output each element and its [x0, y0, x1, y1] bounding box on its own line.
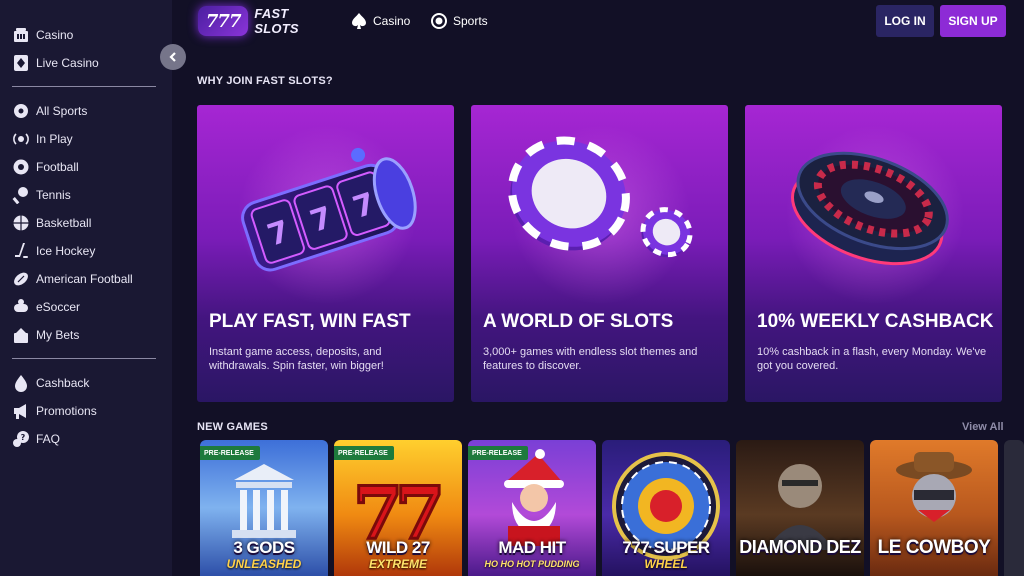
- sidebar-item-label: Ice Hockey: [36, 244, 96, 258]
- basketball-icon: [13, 215, 29, 231]
- sidebar-item-american-football[interactable]: American Football: [12, 268, 133, 290]
- feature-card: 10% WEEKLY CASHBACK 10% cashback in a fl…: [745, 105, 1002, 402]
- sidebar-item-label: All Sports: [36, 104, 88, 118]
- sidebar-item-faq[interactable]: ? FAQ: [12, 428, 60, 450]
- sidebar-item-label: Live Casino: [36, 56, 99, 70]
- game-title: MAD HIT: [498, 538, 566, 557]
- football-icon: [13, 159, 29, 175]
- game-title: 3 GODS: [233, 538, 295, 557]
- sidebar-item-esoccer[interactable]: eSoccer: [12, 296, 80, 318]
- sidebar-divider: [12, 358, 156, 359]
- sidebar-item-basketball[interactable]: Basketball: [12, 212, 91, 234]
- new-games-title: NEW GAMES: [197, 421, 268, 433]
- feature-title: 10% WEEKLY CASHBACK: [757, 311, 994, 332]
- sidebar-item-cashback[interactable]: Cashback: [12, 372, 89, 394]
- feature-card: A WORLD OF SLOTS 3,000+ games with endle…: [471, 105, 728, 402]
- sidebar-item-label: FAQ: [36, 432, 61, 446]
- feature-title: PLAY FAST, WIN FAST: [209, 311, 411, 332]
- feature-text: 3,000+ games with endless slot themes an…: [483, 346, 698, 372]
- cashback-icon: [15, 375, 27, 392]
- game-tile[interactable]: PRE-RELEASE 3 GODS UNLEASHED: [200, 440, 328, 576]
- ice-hockey-icon: [15, 243, 28, 258]
- nav-sports-label: Sports: [453, 14, 488, 28]
- promotions-icon: [14, 404, 26, 419]
- sidebar-item-football[interactable]: Football: [12, 156, 79, 178]
- sidebar-item-label: Football: [36, 160, 79, 174]
- esoccer-icon: [14, 299, 28, 312]
- pre-release-badge: PRE-RELEASE: [334, 446, 394, 460]
- roulette-wheel-icon: [790, 151, 949, 266]
- site-logo[interactable]: 777 FAST SLOTS: [198, 4, 334, 38]
- sidebar-item-label: Tennis: [36, 188, 71, 202]
- game-tile[interactable]: LE COWBOY: [870, 440, 998, 576]
- in-play-icon: [13, 133, 29, 145]
- game-title: 777 SUPER: [622, 538, 710, 557]
- game-title: DIAMOND DEZ: [739, 537, 861, 557]
- why-join-title: WHY JOIN FAST SLOTS?: [197, 75, 333, 87]
- game-subtitle: EXTREME: [368, 557, 427, 571]
- casino-icon: [14, 28, 28, 42]
- game-title: LE COWBOY: [877, 537, 991, 558]
- nav-casino-label: Casino: [373, 14, 411, 28]
- feature-card: 7 7 7 PLAY FAST, WIN FAST Instant game a…: [197, 105, 454, 402]
- sidebar-item-label: Basketball: [36, 216, 92, 230]
- sidebar-item-label: Cashback: [36, 376, 90, 390]
- sidebar-collapse-button[interactable]: [160, 44, 186, 70]
- game-tile[interactable]: 7 7 PRE-RELEASE WILD 27 EXTREME: [334, 440, 462, 576]
- all-sports-icon: [14, 104, 28, 118]
- login-button[interactable]: LOG IN: [876, 5, 934, 37]
- sidebar: Casino Live Casino All Sports In Play Fo…: [0, 0, 172, 576]
- pre-release-badge: PRE-RELEASE: [468, 446, 528, 460]
- svg-text:?: ?: [21, 433, 26, 442]
- nav-sports[interactable]: Sports: [430, 10, 488, 32]
- signup-button[interactable]: SIGN UP: [940, 5, 1006, 37]
- game-tile[interactable]: PRE-RELEASE MAD HIT HO HO HOT PUDDING: [468, 440, 596, 576]
- tennis-icon: [12, 187, 28, 204]
- american-football-icon: [14, 272, 28, 286]
- game-subtitle: WHEEL: [644, 557, 688, 571]
- sidebar-item-label: American Football: [36, 272, 133, 286]
- sidebar-item-all-sports[interactable]: All Sports: [12, 100, 87, 122]
- casino-chips-icon: [507, 136, 693, 258]
- game-subtitle: UNLEASHED: [226, 557, 302, 571]
- sidebar-item-label: eSoccer: [36, 300, 81, 314]
- feature-text: 10% cashback in a flash, every Monday. W…: [757, 346, 987, 372]
- feature-text: Instant game access, deposits, and withd…: [209, 346, 384, 372]
- sidebar-item-label: In Play: [36, 132, 73, 146]
- sidebar-item-tennis[interactable]: Tennis: [12, 184, 71, 206]
- sidebar-item-label: Promotions: [36, 404, 97, 418]
- feature-title: A WORLD OF SLOTS: [483, 311, 674, 332]
- faq-icon: ?: [13, 431, 29, 447]
- game-tile[interactable]: 777 SUPER WHEEL: [602, 440, 730, 576]
- sidebar-item-promotions[interactable]: Promotions: [12, 400, 97, 422]
- sidebar-divider: [12, 86, 156, 87]
- sidebar-item-in-play[interactable]: In Play: [12, 128, 73, 150]
- logo-mark: 777: [198, 6, 249, 36]
- my-bets-icon: [14, 328, 28, 343]
- sidebar-item-ice-hockey[interactable]: Ice Hockey: [12, 240, 95, 262]
- pre-release-badge: PRE-RELEASE: [200, 446, 260, 460]
- game-subtitle: HO HO HOT PUDDING: [484, 559, 580, 569]
- sports-ball-icon: [431, 13, 447, 29]
- sidebar-item-label: My Bets: [36, 328, 80, 342]
- logo-text: FAST SLOTS: [254, 6, 299, 36]
- game-tile-partial[interactable]: [1004, 440, 1024, 576]
- game-tile[interactable]: DIAMOND DEZ: [736, 440, 864, 576]
- sidebar-item-casino[interactable]: Casino: [12, 24, 73, 46]
- sidebar-item-my-bets[interactable]: My Bets: [12, 324, 79, 346]
- view-all-link[interactable]: View All: [962, 421, 1004, 433]
- slot-reel-icon: 7 7 7: [241, 147, 417, 272]
- sidebar-item-label: Casino: [36, 28, 74, 42]
- sidebar-item-live-casino[interactable]: Live Casino: [12, 52, 99, 74]
- chevron-left-icon: [169, 52, 176, 62]
- live-casino-icon: [14, 55, 28, 71]
- nav-casino[interactable]: Casino: [350, 10, 410, 32]
- spade-icon: [352, 13, 366, 29]
- game-title: WILD 27: [366, 538, 430, 557]
